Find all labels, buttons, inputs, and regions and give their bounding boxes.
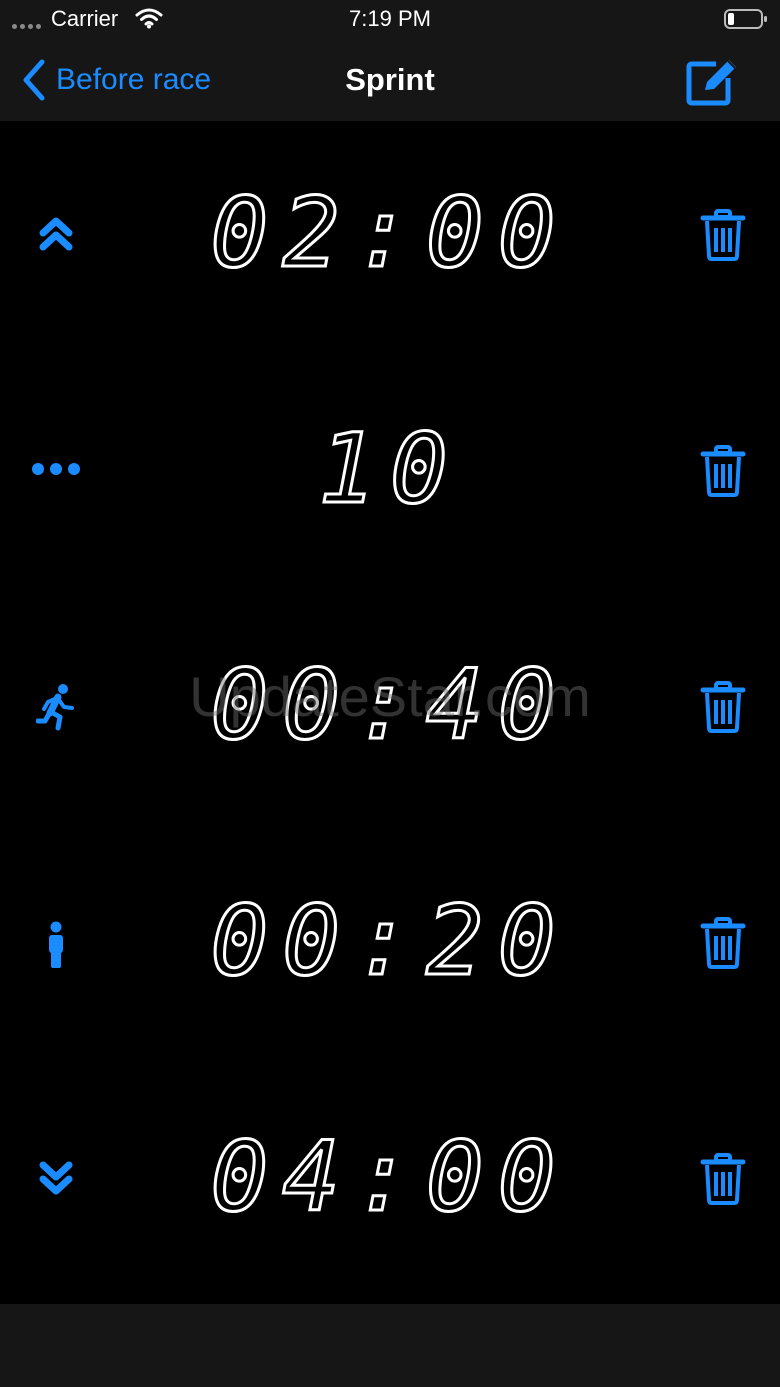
interval-time: 00:40 (209, 649, 570, 761)
trash-icon[interactable] (700, 917, 746, 969)
bottom-toolbar (0, 1304, 780, 1387)
page-title: Sprint (345, 62, 435, 97)
battery-icon (724, 9, 767, 29)
list-item: 00:20 (0, 829, 780, 1065)
navigation-bar: Before race Sprint (0, 40, 780, 121)
status-bar: Carrier 7:19 PM (0, 0, 780, 40)
trash-icon[interactable] (700, 209, 746, 261)
trash-icon[interactable] (700, 681, 746, 733)
interval-time: 04:00 (209, 1121, 570, 1233)
status-clock: 7:19 PM (349, 6, 431, 31)
list-item: 04:00 (0, 1065, 780, 1301)
trash-icon[interactable] (700, 1153, 746, 1205)
trash-icon[interactable] (700, 445, 746, 497)
compose-icon[interactable] (686, 56, 740, 106)
interval-time: 02:00 (209, 177, 570, 289)
interval-time: 00:20 (209, 885, 570, 997)
list-item: 02:00 (0, 121, 780, 357)
list-item: 10 (0, 357, 780, 593)
interval-count: 10 (317, 413, 462, 525)
list-item: 00:40 (0, 593, 780, 829)
